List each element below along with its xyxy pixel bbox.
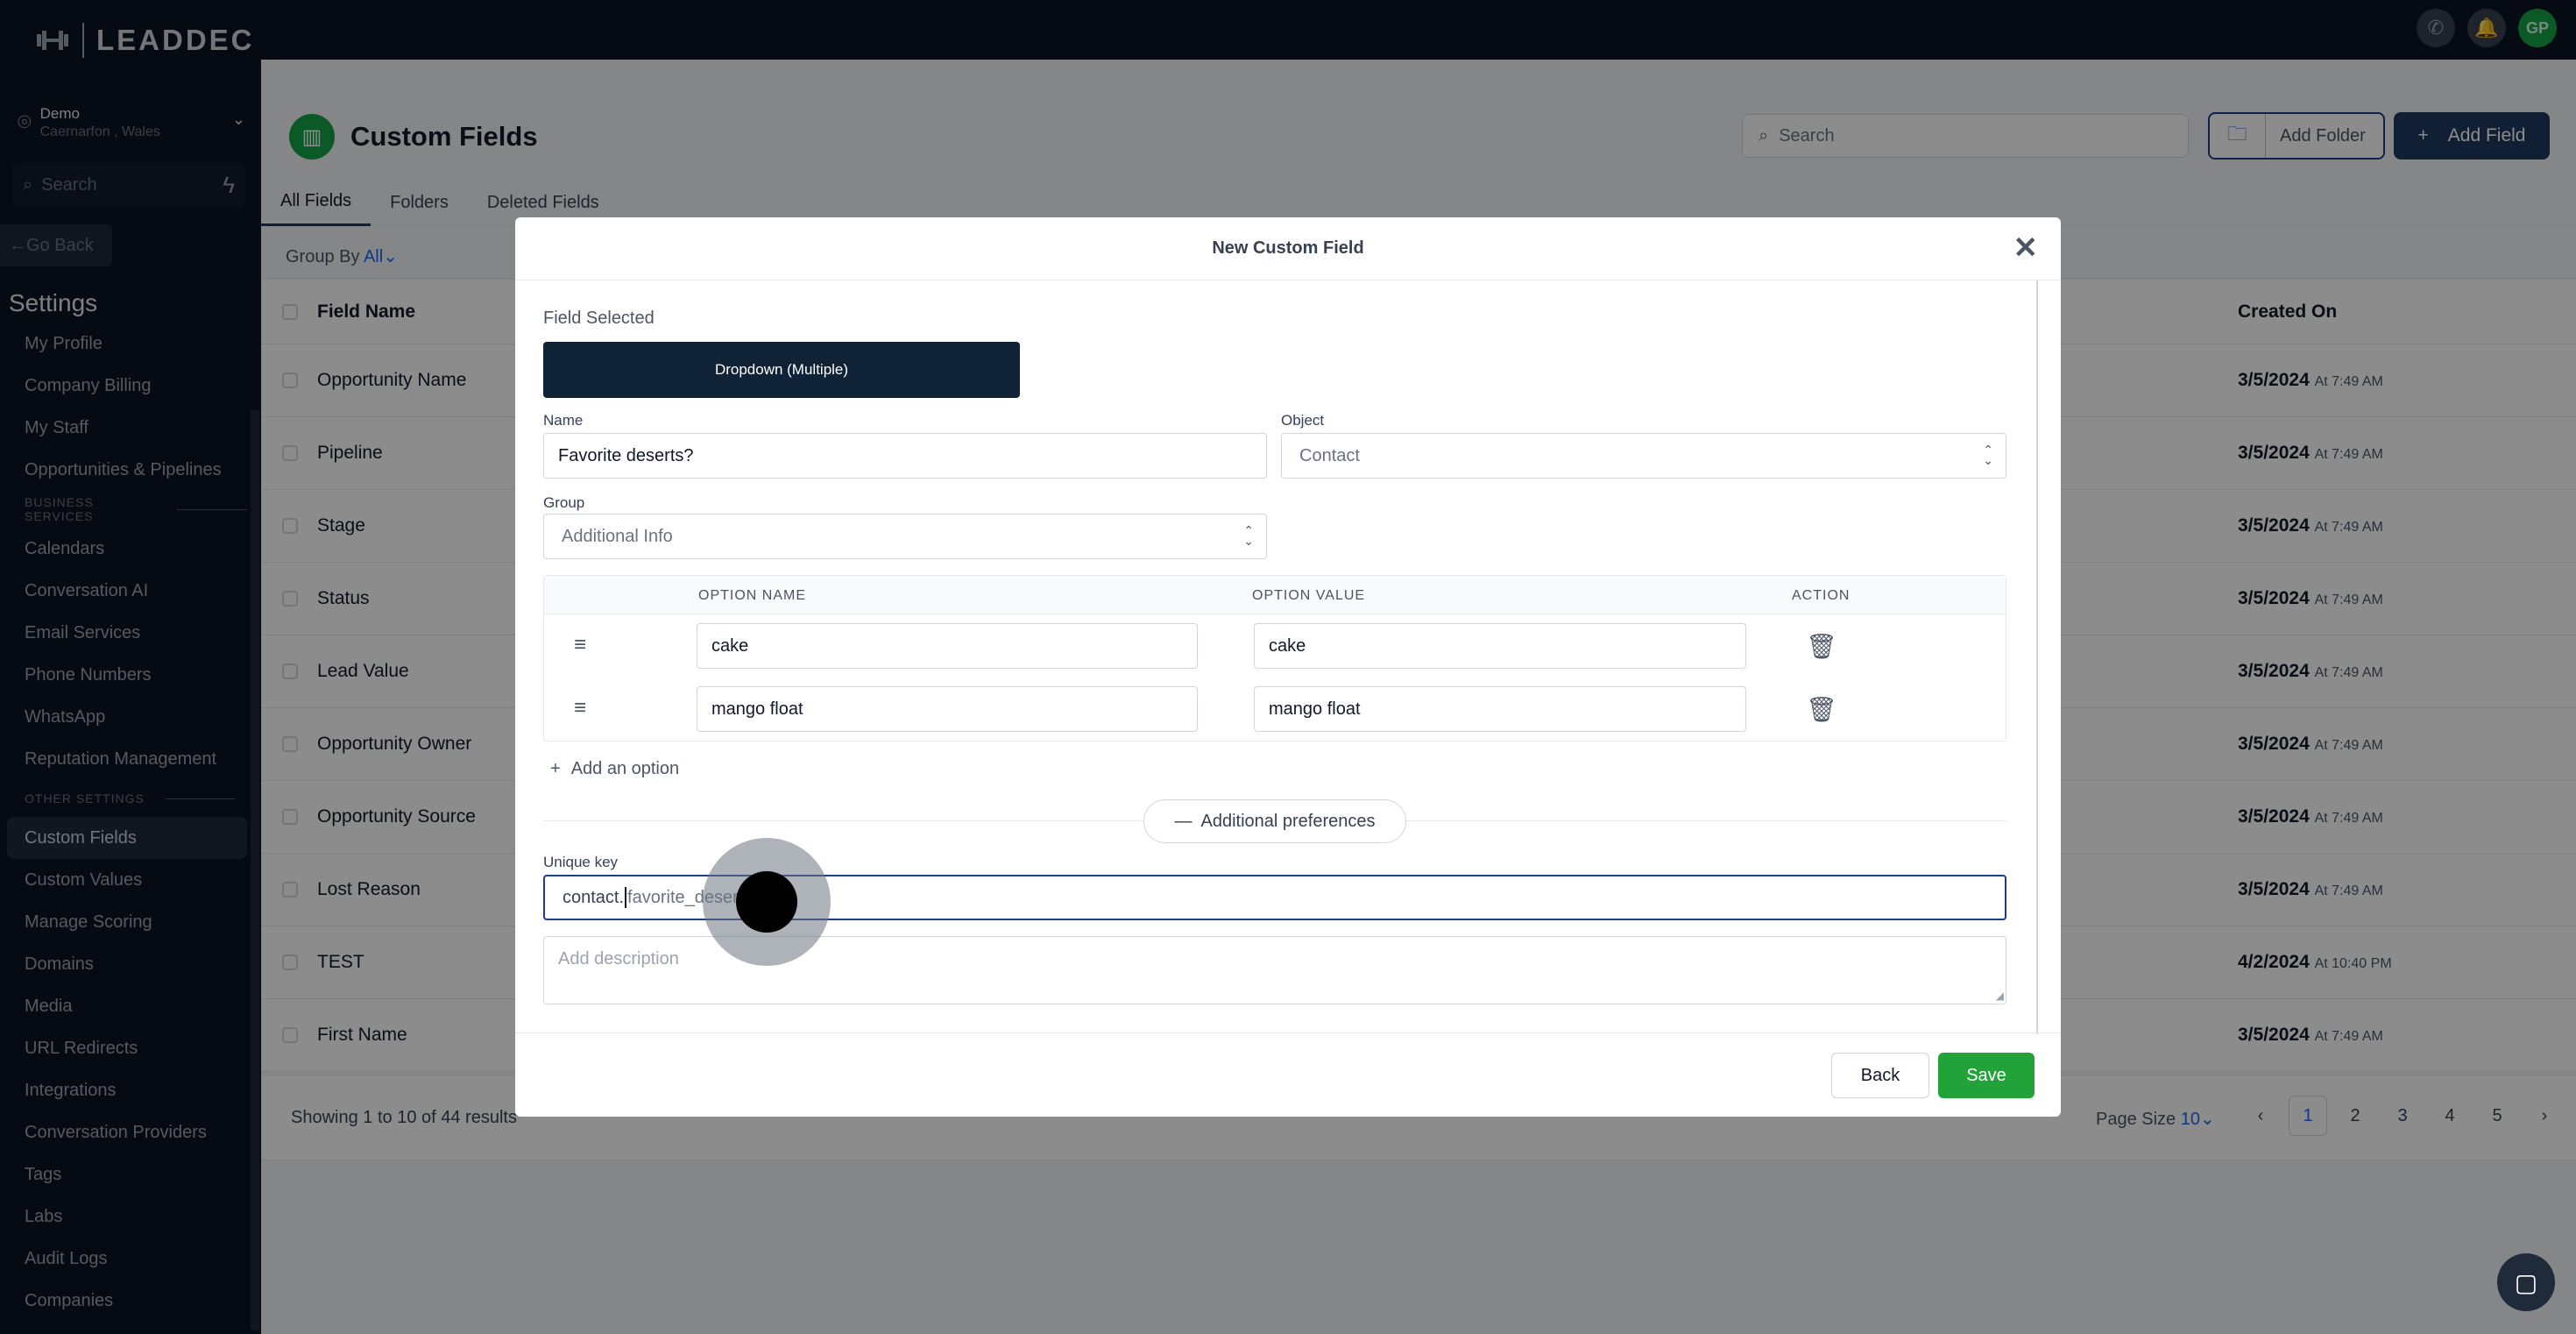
- drag-handle-icon[interactable]: ≡: [574, 635, 586, 656]
- cursor-indicator: [736, 871, 797, 933]
- group-label: Group: [543, 494, 585, 511]
- field-selected-label: Field Selected: [543, 309, 655, 328]
- resize-handle-icon[interactable]: ◢: [1996, 990, 2004, 1002]
- unique-key-prefix: contact.: [563, 887, 625, 907]
- modal-header: New Custom Field ✕: [515, 217, 2061, 280]
- trash-icon[interactable]: 🗑: [1806, 695, 1837, 724]
- name-label: Name: [543, 412, 584, 429]
- new-custom-field-modal: New Custom Field ✕ Field Selected Dropdo…: [515, 217, 2061, 1117]
- add-option-label: Add an option: [570, 759, 680, 778]
- option-name-input[interactable]: cake: [697, 623, 1198, 669]
- col-option-value: OPTION VALUE: [1252, 588, 1366, 603]
- save-button[interactable]: Save: [1938, 1053, 2035, 1098]
- text-caret: [625, 887, 627, 908]
- option-name-input[interactable]: mango float: [697, 686, 1198, 732]
- drag-handle-icon[interactable]: ≡: [574, 698, 586, 719]
- option-row: ≡ mango float mango float 🗑: [544, 678, 2006, 741]
- description-placeholder: Add description: [558, 949, 679, 969]
- close-icon[interactable]: ✕: [2013, 233, 2039, 263]
- field-type-pill[interactable]: Dropdown (Multiple): [543, 342, 1020, 398]
- options-header: OPTION NAME OPTION VALUE ACTION: [544, 576, 2006, 614]
- back-button[interactable]: Back: [1831, 1053, 1929, 1098]
- object-select[interactable]: Contact ⌃ ⌄: [1281, 433, 2006, 479]
- col-option-name: OPTION NAME: [698, 588, 807, 603]
- additional-preferences-label: Additional preferences: [1200, 811, 1376, 831]
- modal-title: New Custom Field: [1212, 238, 1364, 258]
- col-action: ACTION: [1792, 588, 1851, 603]
- object-label: Object: [1281, 412, 1325, 429]
- option-value-input[interactable]: cake: [1254, 623, 1746, 669]
- modal-footer: Back Save: [515, 1032, 2061, 1117]
- plus-icon: +: [550, 759, 561, 778]
- trash-icon[interactable]: 🗑: [1806, 632, 1837, 661]
- sort-arrows-icon: ⌃ ⌄: [1243, 523, 1254, 548]
- options-table: OPTION NAME OPTION VALUE ACTION ≡ cake c…: [543, 575, 2006, 742]
- option-row: ≡ cake cake 🗑: [544, 614, 2006, 678]
- minus-icon: —: [1174, 811, 1192, 831]
- chat-widget-icon[interactable]: ▢: [2497, 1253, 2555, 1311]
- group-value: Additional Info: [562, 526, 673, 546]
- option-value-input[interactable]: mango float: [1254, 686, 1746, 732]
- unique-key-label: Unique key: [543, 854, 619, 870]
- sort-arrows-icon: ⌃ ⌄: [1983, 443, 1993, 467]
- name-input[interactable]: Favorite deserts?: [543, 433, 1267, 479]
- add-option-button[interactable]: + Add an option: [550, 759, 679, 779]
- object-value: Contact: [1299, 445, 1360, 465]
- additional-preferences-toggle[interactable]: — Additional preferences: [1143, 799, 1406, 843]
- modal-scrollbar[interactable]: [2036, 280, 2038, 1034]
- group-select[interactable]: Additional Info ⌃ ⌄: [543, 514, 1267, 559]
